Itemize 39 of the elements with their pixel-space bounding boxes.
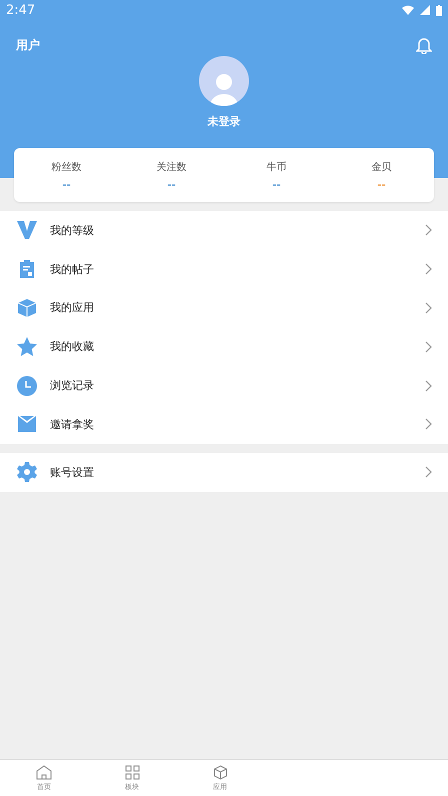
chevron-right-icon [425,263,432,276]
menu-item[interactable]: 我的应用 [0,288,448,328]
cube-icon [18,298,36,317]
star-icon [17,336,37,357]
menu-item[interactable]: 我的帖子 [0,250,448,289]
clock-icon [17,376,37,396]
cube-icon [212,764,228,780]
status-time: 2:47 [6,2,36,18]
bell-icon[interactable] [416,36,432,54]
v-icon [17,221,37,240]
home-icon [36,764,52,780]
stat-value: -- [167,182,176,190]
menu-item[interactable]: 账号设置 [0,452,448,492]
stat-value: -- [272,182,281,190]
grid-icon [124,764,140,780]
chevron-right-icon [425,380,432,392]
menu-item[interactable]: 浏览记录 [0,366,448,405]
chevron-right-icon [425,224,432,236]
signal-icon [420,5,430,15]
page-title: 用户 [16,36,40,54]
wifi-icon [402,5,414,15]
stat-label: 粉丝数 [52,160,82,174]
envelope-icon [18,416,36,432]
gear-icon [17,462,37,482]
stat-value: -- [377,182,386,190]
stat-label: 金贝 [372,161,392,174]
chevron-right-icon [425,418,432,430]
chevron-right-icon [425,466,432,478]
chevron-right-icon [425,340,432,353]
menu-item[interactable]: 我的收藏 [0,327,448,366]
stat-value: -- [62,182,71,190]
clipboard-icon [20,260,34,278]
stat-label: 牛币 [266,160,286,174]
battery-icon [436,4,442,16]
chevron-right-icon [425,302,432,314]
menu-item[interactable]: 邀请拿奖 [0,404,448,444]
stat-label: 关注数 [156,160,186,174]
avatar[interactable] [199,56,249,106]
menu-item[interactable]: 我的等级 [0,211,448,250]
